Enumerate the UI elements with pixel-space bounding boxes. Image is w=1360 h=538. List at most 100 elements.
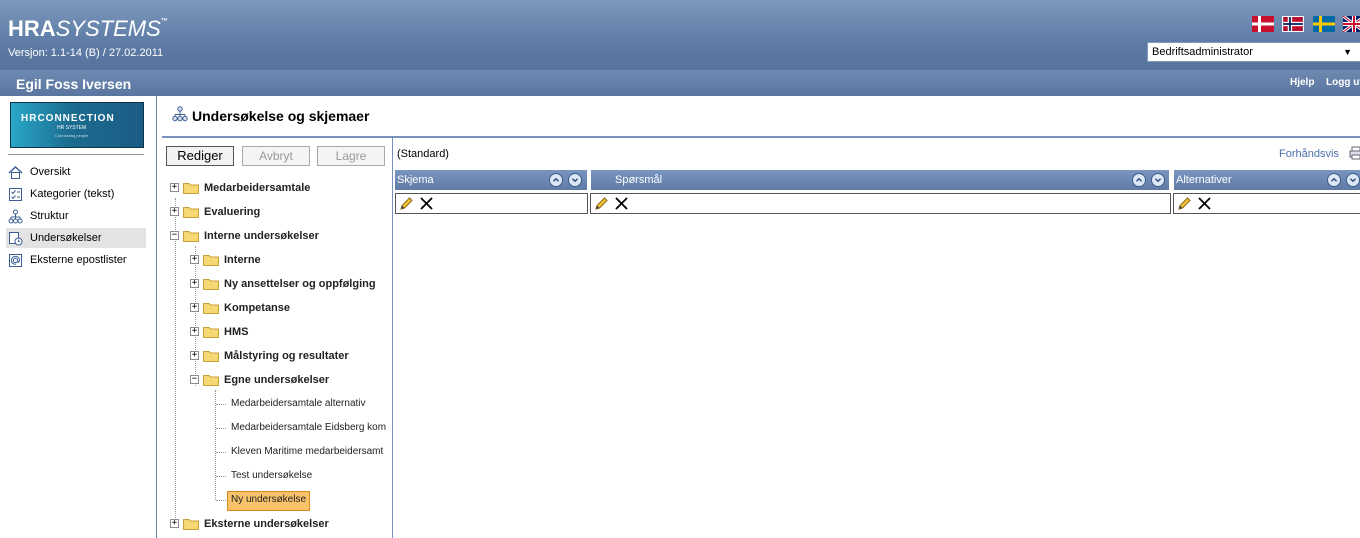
sidebar-item-label: Undersøkelser [30,232,102,244]
tree-leaf-ny-undersokelse[interactable]: Ny undersøkelse [227,491,311,511]
edit-pencil-icon[interactable] [594,196,609,211]
logout-link[interactable]: Logg ut [1326,77,1360,88]
preview-link[interactable]: Forhåndsvis [1279,148,1339,160]
sidebar-item-kategorier[interactable]: Kategorier (tekst) [6,184,146,204]
tree-connector [216,452,226,453]
chevron-down-icon: ▼ [1343,47,1352,57]
user-name: Egil Foss Iversen [16,76,132,92]
tree-connector [216,428,226,429]
sidebar-item-eksterne-epostlister[interactable]: Eksterne epostlister [6,250,146,270]
tree-connector [215,390,216,500]
tree-node-medarbeidersamtale[interactable]: + Medarbeidersamtale [170,178,390,198]
danish-flag-icon[interactable] [1252,16,1274,32]
folder-icon [203,255,219,266]
version-text: Versjon: 1.1-14 (B) / 27.02.2011 [8,47,164,59]
print-icon[interactable] [1349,146,1360,160]
column-header-label: Alternativer [1176,174,1232,186]
column-header-alternativer: Alternativer [1174,170,1360,190]
tree-node-malstyring[interactable]: + Målstyring og resultater [190,346,390,366]
tree-node-eksterne-undersokelser[interactable]: + Eksterne undersøkelser [170,514,390,534]
tree-connector [216,404,226,405]
help-link[interactable]: Hjelp [1290,77,1314,88]
cancel-button[interactable]: Avbryt [242,146,310,166]
tree-node-egne-undersokelser[interactable]: − Egne undersøkelser [190,370,390,390]
tree-node-kompetanse[interactable]: + Kompetanse [190,298,390,318]
save-button[interactable]: Lagre [317,146,385,166]
tree-node-interne[interactable]: + Interne [190,250,390,270]
column-header-label: Skjema [397,174,434,186]
tree-node-hms[interactable]: + HMS [190,322,390,342]
tree-node-label: Medarbeidersamtale [204,182,311,194]
expand-icon[interactable]: + [170,207,179,216]
folder-open-icon [183,231,199,242]
folder-icon [203,303,219,314]
email-list-icon [9,254,22,267]
org-structure-icon [8,209,23,224]
move-up-icon[interactable] [1327,173,1341,187]
edit-pencil-icon[interactable] [1177,196,1192,211]
move-down-icon[interactable] [1151,173,1165,187]
sidebar-item-label: Oversikt [30,166,71,178]
sidebar-item-label: Struktur [30,210,69,222]
move-down-icon[interactable] [568,173,582,187]
folder-icon [203,327,219,338]
sidebar-item-undersokelser[interactable]: Undersøkelser [6,228,146,248]
delete-x-icon[interactable] [419,196,434,211]
tree-connector [175,198,176,528]
tree-leaf-test-undersokelse[interactable]: Test undersøkelse [231,466,312,486]
checklist-icon [9,188,22,201]
sporsmal-toolbar [590,193,1171,214]
survey-icon [9,232,23,246]
expand-icon[interactable]: + [190,351,199,360]
expand-icon[interactable]: + [170,183,179,192]
tree-leaf-medarbeidersamtale-eidsberg[interactable]: Medarbeidersamtale Eidsberg kom [231,418,386,438]
edit-pencil-icon[interactable] [399,196,414,211]
delete-x-icon[interactable] [1197,196,1212,211]
collapse-icon[interactable]: − [190,375,199,384]
folder-icon [183,207,199,218]
folder-icon [183,519,199,530]
expand-icon[interactable]: + [190,279,199,288]
tree-node-label: Evaluering [204,206,261,218]
tree-node-interne-undersokelser[interactable]: − Interne undersøkelser [170,226,390,246]
sidebar-item-label: Kategorier (tekst) [30,188,115,200]
tree-node-label: Målstyring og resultater [224,350,349,362]
tree-connector [216,476,226,477]
app-logo: HRASYSTEMS™ [8,16,168,42]
expand-icon[interactable]: + [190,303,199,312]
tree-node-label: Eksterne undersøkelser [204,518,329,530]
tree-node-evaluering[interactable]: + Evaluering [170,202,390,222]
move-up-icon[interactable] [1132,173,1146,187]
move-down-icon[interactable] [1346,173,1360,187]
move-up-icon[interactable] [549,173,563,187]
tree-node-ny-ansettelser[interactable]: + Ny ansettelser og oppfølging [190,274,390,294]
alternativer-toolbar [1173,193,1360,214]
tree-leaf-kleven-maritime[interactable]: Kleven Maritime medarbeidersamt [231,442,383,462]
norwegian-flag-icon[interactable] [1282,16,1304,32]
swedish-flag-icon[interactable] [1313,16,1335,32]
logo-italic: SYSTEMS [55,16,161,41]
sidebar-item-struktur[interactable]: Struktur [6,206,146,226]
standard-label: (Standard) [397,148,449,160]
logo-bold: HRA [8,16,56,41]
expand-icon[interactable]: + [190,255,199,264]
tree-node-label: Egne undersøkelser [224,374,330,386]
logo-trademark: ™ [160,18,168,25]
nav-divider [8,154,144,155]
expand-icon[interactable]: + [170,519,179,528]
column-header-skjema: Skjema [395,170,587,190]
delete-x-icon[interactable] [614,196,629,211]
tree-connector [216,500,226,501]
banner-subtitle: HR SYSTEM [57,125,87,131]
role-select[interactable]: Bedriftsadministrator ▼ [1147,42,1360,62]
english-flag-icon[interactable] [1343,16,1360,32]
page-title: Undersøkelse og skjemaer [192,108,370,124]
collapse-icon[interactable]: − [170,231,179,240]
sidebar-item-oversikt[interactable]: Oversikt [6,162,146,182]
tree-leaf-medarbeidersamtale-alternativ[interactable]: Medarbeidersamtale alternativ [231,394,366,414]
skjema-toolbar [395,193,588,214]
expand-icon[interactable]: + [190,327,199,336]
edit-button[interactable]: Rediger [166,146,234,166]
app-header: HRASYSTEMS™ Versjon: 1.1-14 (B) / 27.02.… [0,0,1360,70]
hrconnection-banner: HRCONNECTION HR SYSTEM Connecting people [10,102,144,148]
